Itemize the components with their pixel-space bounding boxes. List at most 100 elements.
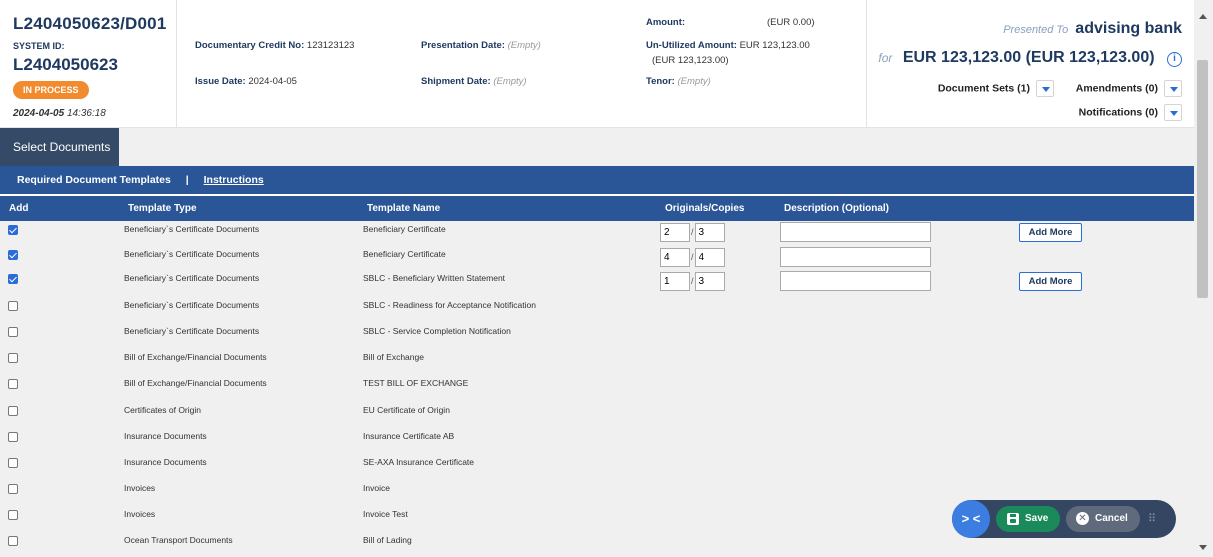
copies-input[interactable] [694,248,725,267]
required-templates-label[interactable]: Required Document Templates [17,174,171,186]
floppy-disk-icon [1007,513,1019,525]
status-badge: IN PROCESS [13,81,89,99]
add-checkbox[interactable] [8,406,18,416]
table-row: Bill of Exchange/Financial Documents Bill… [0,349,1194,375]
cancel-button[interactable]: ✕ Cancel [1066,506,1140,532]
template-type-cell: Insurance Documents [124,431,207,441]
document-sets-dropdown[interactable]: Document Sets (1) [938,80,1054,97]
template-name-cell: SBLC - Readiness for Acceptance Notifica… [363,300,536,310]
tenor-label: Tenor: [646,76,675,87]
shipment-date-field: Shipment Date: (Empty) [421,76,527,87]
add-checkbox[interactable] [8,274,18,284]
collapse-toggle-button[interactable]: > < [952,500,990,538]
description-input[interactable] [780,247,931,267]
caret-down-icon[interactable] [1036,80,1054,97]
table-row: Beneficiary`s Certificate Documents SBLC … [0,270,1194,296]
dc-number-field: Documentary Credit No: 123123123 [195,40,354,51]
for-amount-line: for EUR 123,123.00 (EUR 123,123.00) i [878,49,1182,67]
scroll-up-icon[interactable] [1199,14,1207,19]
header-summary: Presented To advising bank for EUR 123,1… [866,0,1194,128]
originals-input[interactable] [660,223,690,242]
presentation-date-label: Presentation Date: [421,40,505,51]
originals-input[interactable] [660,272,690,291]
template-type-cell: Invoices [124,483,156,493]
scroll-down-icon[interactable] [1199,545,1207,550]
add-checkbox[interactable] [8,458,18,468]
template-type-cell: Ocean Transport Documents [124,535,233,545]
table-row: Insurance Documents SE-AXA Insurance Cert… [0,454,1194,480]
system-id: L2404050623 [13,55,118,74]
unutilized-field: Un-Utilized Amount: EUR 123,123.00 [646,40,810,51]
template-type-cell: Invoices [124,509,156,519]
add-checkbox[interactable] [8,301,18,311]
cancel-label: Cancel [1095,513,1128,524]
notifications-dropdown[interactable]: Notifications (0) [1079,104,1182,121]
add-checkbox[interactable] [8,225,18,235]
vertical-scrollbar[interactable] [1194,0,1213,557]
template-type-cell: Bill of Exchange/Financial Documents [124,378,267,388]
presented-to-label: Presented To [1003,24,1069,36]
tab-select-documents[interactable]: Select Documents [0,128,119,166]
timestamp-date: 2024-04-05 [13,108,65,119]
add-checkbox[interactable] [8,484,18,494]
floating-action-bar: > < Save ✕ Cancel ⠿ [952,500,1176,538]
reference-number: L2404050623/D001 [13,14,167,33]
add-checkbox[interactable] [8,250,18,260]
document-sets-label: Document Sets (1) [937,82,1030,95]
dc-number-value: 123123123 [306,40,355,51]
column-add: Add [9,203,29,214]
tab-strip: Select Documents [0,128,1194,166]
add-checkbox[interactable] [8,379,18,389]
originals-copies-separator: / [691,252,694,262]
template-name-cell: Beneficiary Certificate [363,224,446,234]
add-more-button[interactable]: Add More [1019,272,1082,291]
copies-input[interactable] [694,272,725,291]
originals-copies-separator: / [691,276,694,286]
unutilized-label: Un-Utilized Amount: [646,40,737,51]
add-checkbox[interactable] [8,536,18,546]
table-row: Beneficiary`s Certificate Documents SBLC … [0,297,1194,323]
template-name-cell: Beneficiary Certificate [363,249,446,259]
template-name-cell: SBLC - Service Completion Notification [363,326,511,336]
timestamp: 2024-04-05 14:36:18 [13,108,106,119]
originals-input[interactable] [660,248,690,267]
amendments-dropdown[interactable]: Amendments (0) [1076,80,1182,97]
amount-label: Amount: [646,17,686,28]
originals-copies-cell: / [660,248,725,267]
add-checkbox[interactable] [8,353,18,363]
issue-date-value: 2024-04-05 [248,76,297,87]
add-checkbox[interactable] [8,432,18,442]
scroll-thumb[interactable] [1197,60,1208,298]
amendments-label: Amendments (0) [1075,82,1158,95]
presented-to-value: advising bank [1075,20,1182,37]
originals-copies-cell: / [660,223,725,242]
shipment-date-value: (Empty) [493,76,527,87]
add-checkbox[interactable] [8,327,18,337]
copies-input[interactable] [694,223,725,242]
table-row: Beneficiary`s Certificate Documents Benef… [0,221,1194,247]
save-button[interactable]: Save [996,506,1060,532]
instructions-link[interactable]: Instructions [204,174,264,186]
system-id-label: SYSTEM ID: [13,41,65,51]
template-type-cell: Beneficiary`s Certificate Documents [124,224,260,234]
issue-date-field: Issue Date: 2024-04-05 [195,76,297,87]
column-description: Description (Optional) [784,203,889,214]
drag-handle-icon[interactable]: ⠿ [1148,512,1162,526]
presentation-date-field: Presentation Date: (Empty) [421,40,541,51]
caret-down-icon[interactable] [1164,80,1182,97]
template-name-cell: EU Certificate of Origin [363,405,450,415]
template-type-cell: Beneficiary`s Certificate Documents [124,249,260,259]
info-circle-icon[interactable]: i [1167,52,1182,67]
description-input[interactable] [780,271,931,291]
issue-date-label: Issue Date: [195,76,246,87]
add-more-button[interactable]: Add More [1019,223,1082,242]
table-row: Beneficiary`s Certificate Documents Benef… [0,246,1194,272]
description-input[interactable] [780,222,931,242]
template-name-cell: Invoice Test [363,509,408,519]
table-row: Beneficiary`s Certificate Documents SBLC … [0,323,1194,349]
template-name-cell: SE-AXA Insurance Certificate [363,457,475,467]
template-name-cell: SBLC - Beneficiary Written Statement [363,273,506,283]
template-type-cell: Beneficiary`s Certificate Documents [124,300,260,310]
add-checkbox[interactable] [8,510,18,520]
caret-down-icon[interactable] [1164,104,1182,121]
